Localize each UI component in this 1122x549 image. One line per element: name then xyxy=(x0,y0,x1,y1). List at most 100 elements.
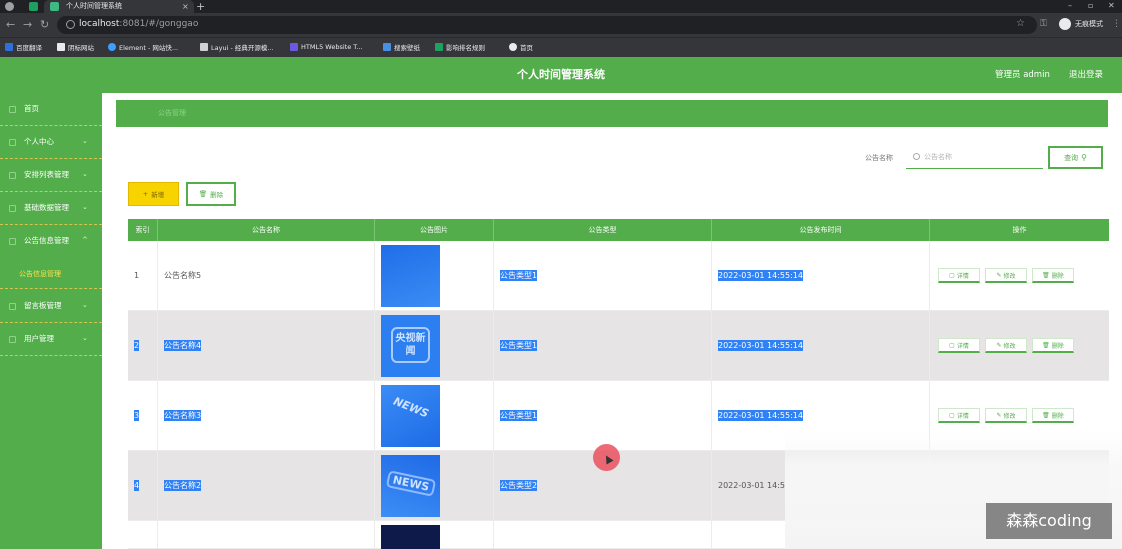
forward-arrow-icon[interactable]: → xyxy=(23,18,32,32)
trash-icon: 🗑 xyxy=(1042,341,1050,349)
chevron-down-icon: ⌄ xyxy=(82,137,88,145)
sidebar-item-base-data[interactable]: 基础数据管理 ⌄ xyxy=(0,192,102,225)
trash-icon: 🗑 xyxy=(198,190,208,198)
detail-button[interactable]: ▢ 详情 xyxy=(938,408,980,423)
column-header-name[interactable]: 公告名称 xyxy=(158,219,375,241)
query-button[interactable]: 查询 ⚲ xyxy=(1048,146,1103,169)
sidebar-item-message-board[interactable]: 留言板管理 ⌄ xyxy=(0,290,102,323)
chevron-up-icon: ^ xyxy=(82,236,88,244)
bookmark-icon xyxy=(5,43,13,51)
batch-delete-button[interactable]: 🗑 删除 xyxy=(186,182,236,206)
notice-image[interactable]: NEWS xyxy=(381,385,440,447)
url-input[interactable] xyxy=(57,16,1037,34)
cell-image: 央视新闻 xyxy=(375,311,494,381)
cell-name: 公告名称2 xyxy=(158,451,375,521)
table-header: 索引 公告名称 公告图片 公告类型 公告发布时间 操作 xyxy=(128,219,1109,241)
table-row[interactable]: 1 公告名称5 公告类型1 2022-03-01 14:55:14 ▢ 详情 ✎ 修… xyxy=(128,241,1109,311)
saved-tab-icon[interactable] xyxy=(29,2,38,11)
chevron-down-icon: ⌄ xyxy=(82,301,88,309)
reload-icon[interactable]: ↻ xyxy=(40,18,49,32)
detail-icon: ▢ xyxy=(949,411,955,419)
detail-label: 详情 xyxy=(956,412,969,420)
logout-link[interactable]: 退出登录 xyxy=(1069,68,1103,82)
notice-image[interactable]: 央视新闻 xyxy=(381,315,440,377)
edit-button[interactable]: ✎ 修改 xyxy=(985,408,1027,423)
notice-image[interactable]: NEWS xyxy=(381,455,440,517)
column-header-actions[interactable]: 操作 xyxy=(930,219,1109,241)
tab-close-icon[interactable]: × xyxy=(182,1,189,12)
browser-menu-icon[interactable]: ⋮ xyxy=(1112,17,1121,31)
delete-label: 删除 xyxy=(1051,342,1064,350)
delete-button[interactable]: 🗑 删除 xyxy=(1032,408,1074,423)
breadcrumb-text[interactable]: 公告管理 xyxy=(158,107,186,119)
column-header-type[interactable]: 公告类型 xyxy=(494,219,712,241)
bookmark-item[interactable]: 影响排名规则 xyxy=(435,41,485,53)
row-name: 公告名称3 xyxy=(164,410,202,421)
bookmark-item[interactable]: 阴标网站 xyxy=(57,41,94,53)
sidebar-item-notice[interactable]: 公告信息管理 ^ xyxy=(0,225,102,258)
bookmark-item[interactable]: Layui - 经典开源模... xyxy=(200,41,274,53)
site-info-icon[interactable] xyxy=(66,20,75,29)
window-close-icon[interactable]: ✕ xyxy=(1108,0,1115,12)
bookmark-item[interactable]: 搜索壁纸 xyxy=(383,41,420,53)
sidebar-item-personal-center[interactable]: 个人中心 ⌄ xyxy=(0,126,102,159)
bookmark-label: 首页 xyxy=(520,44,533,52)
bookmark-label: Layui - 经典开源模... xyxy=(211,44,274,52)
cell-image: NEWS xyxy=(375,381,494,451)
table-row[interactable]: 2 公告名称4 央视新闻 公告类型1 2022-03-01 14:55:14 ▢… xyxy=(128,311,1109,381)
add-button-label: 新增 xyxy=(151,191,165,199)
chevron-down-icon: ⌄ xyxy=(82,334,88,342)
cell-name xyxy=(158,521,375,549)
bookmark-item[interactable]: Element - 网站快... xyxy=(108,41,178,53)
cell-time: 2022-03-01 14:55:14 xyxy=(712,241,930,311)
column-header-image[interactable]: 公告图片 xyxy=(375,219,494,241)
browser-tab-title[interactable]: 个人时间管理系统 xyxy=(66,1,122,12)
edit-button[interactable]: ✎ 修改 xyxy=(985,338,1027,353)
delete-button[interactable]: 🗑 删除 xyxy=(1032,268,1074,283)
delete-button[interactable]: 🗑 删除 xyxy=(1032,338,1074,353)
sidebar-subitem-notice[interactable]: 公告信息管理 xyxy=(0,258,102,289)
delete-label: 删除 xyxy=(1051,412,1064,420)
restore-icon[interactable]: ▫ xyxy=(1088,0,1093,12)
detail-button[interactable]: ▢ 详情 xyxy=(938,338,980,353)
bookmark-label: 影响排名规则 xyxy=(446,44,485,52)
column-header-time[interactable]: 公告发布时间 xyxy=(712,219,930,241)
add-button[interactable]: + 新增 xyxy=(128,182,179,206)
incognito-label[interactable]: 无痕模式 xyxy=(1075,17,1103,31)
bookmark-item[interactable]: 百度翻译 xyxy=(5,41,42,53)
sidebar-item-label: 首页 xyxy=(24,104,39,113)
edit-label: 修改 xyxy=(1003,412,1016,420)
minimize-icon[interactable]: – xyxy=(1068,0,1072,12)
row-type: 公告类型2 xyxy=(500,480,538,491)
incognito-icon[interactable] xyxy=(1059,18,1071,30)
edit-icon: ✎ xyxy=(996,271,1002,279)
message-icon xyxy=(9,303,16,310)
edit-button[interactable]: ✎ 修改 xyxy=(985,268,1027,283)
sidebar-item-users[interactable]: 用户管理 ⌄ xyxy=(0,323,102,356)
url-text[interactable]: localhost:8081/#/gonggao xyxy=(79,17,198,31)
bookmark-label: HTML5 Website T... xyxy=(301,43,363,51)
data-icon xyxy=(9,205,16,212)
notice-image[interactable] xyxy=(381,245,440,307)
cell-index: 1 xyxy=(128,241,158,311)
sidebar-item-home[interactable]: 首页 xyxy=(0,93,102,126)
back-arrow-icon[interactable]: ← xyxy=(6,18,15,32)
user-icon xyxy=(9,139,16,146)
bookmark-star-icon[interactable]: ☆ xyxy=(1016,17,1025,31)
new-tab-button[interactable]: + xyxy=(196,0,205,13)
column-header-index[interactable]: 索引 xyxy=(128,219,158,241)
cell-type: 公告类型1 xyxy=(494,241,712,311)
key-icon[interactable]: ⚿ xyxy=(1040,17,1047,31)
notice-image-text: NEWS xyxy=(391,394,431,421)
notice-image[interactable] xyxy=(381,525,440,549)
bookmark-item[interactable]: HTML5 Website T... xyxy=(290,41,363,53)
row-type: 公告类型1 xyxy=(500,270,538,281)
sidebar-item-schedule[interactable]: 安排列表管理 ⌄ xyxy=(0,159,102,192)
detail-button[interactable]: ▢ 详情 xyxy=(938,268,980,283)
users-icon xyxy=(9,336,16,343)
browser-globe-icon[interactable] xyxy=(5,2,14,11)
sidebar-item-label: 留言板管理 xyxy=(24,301,62,310)
bookmark-icon xyxy=(108,43,116,51)
sidebar-item-label: 公告信息管理 xyxy=(24,236,69,245)
bookmark-item[interactable]: 首页 xyxy=(509,41,533,53)
